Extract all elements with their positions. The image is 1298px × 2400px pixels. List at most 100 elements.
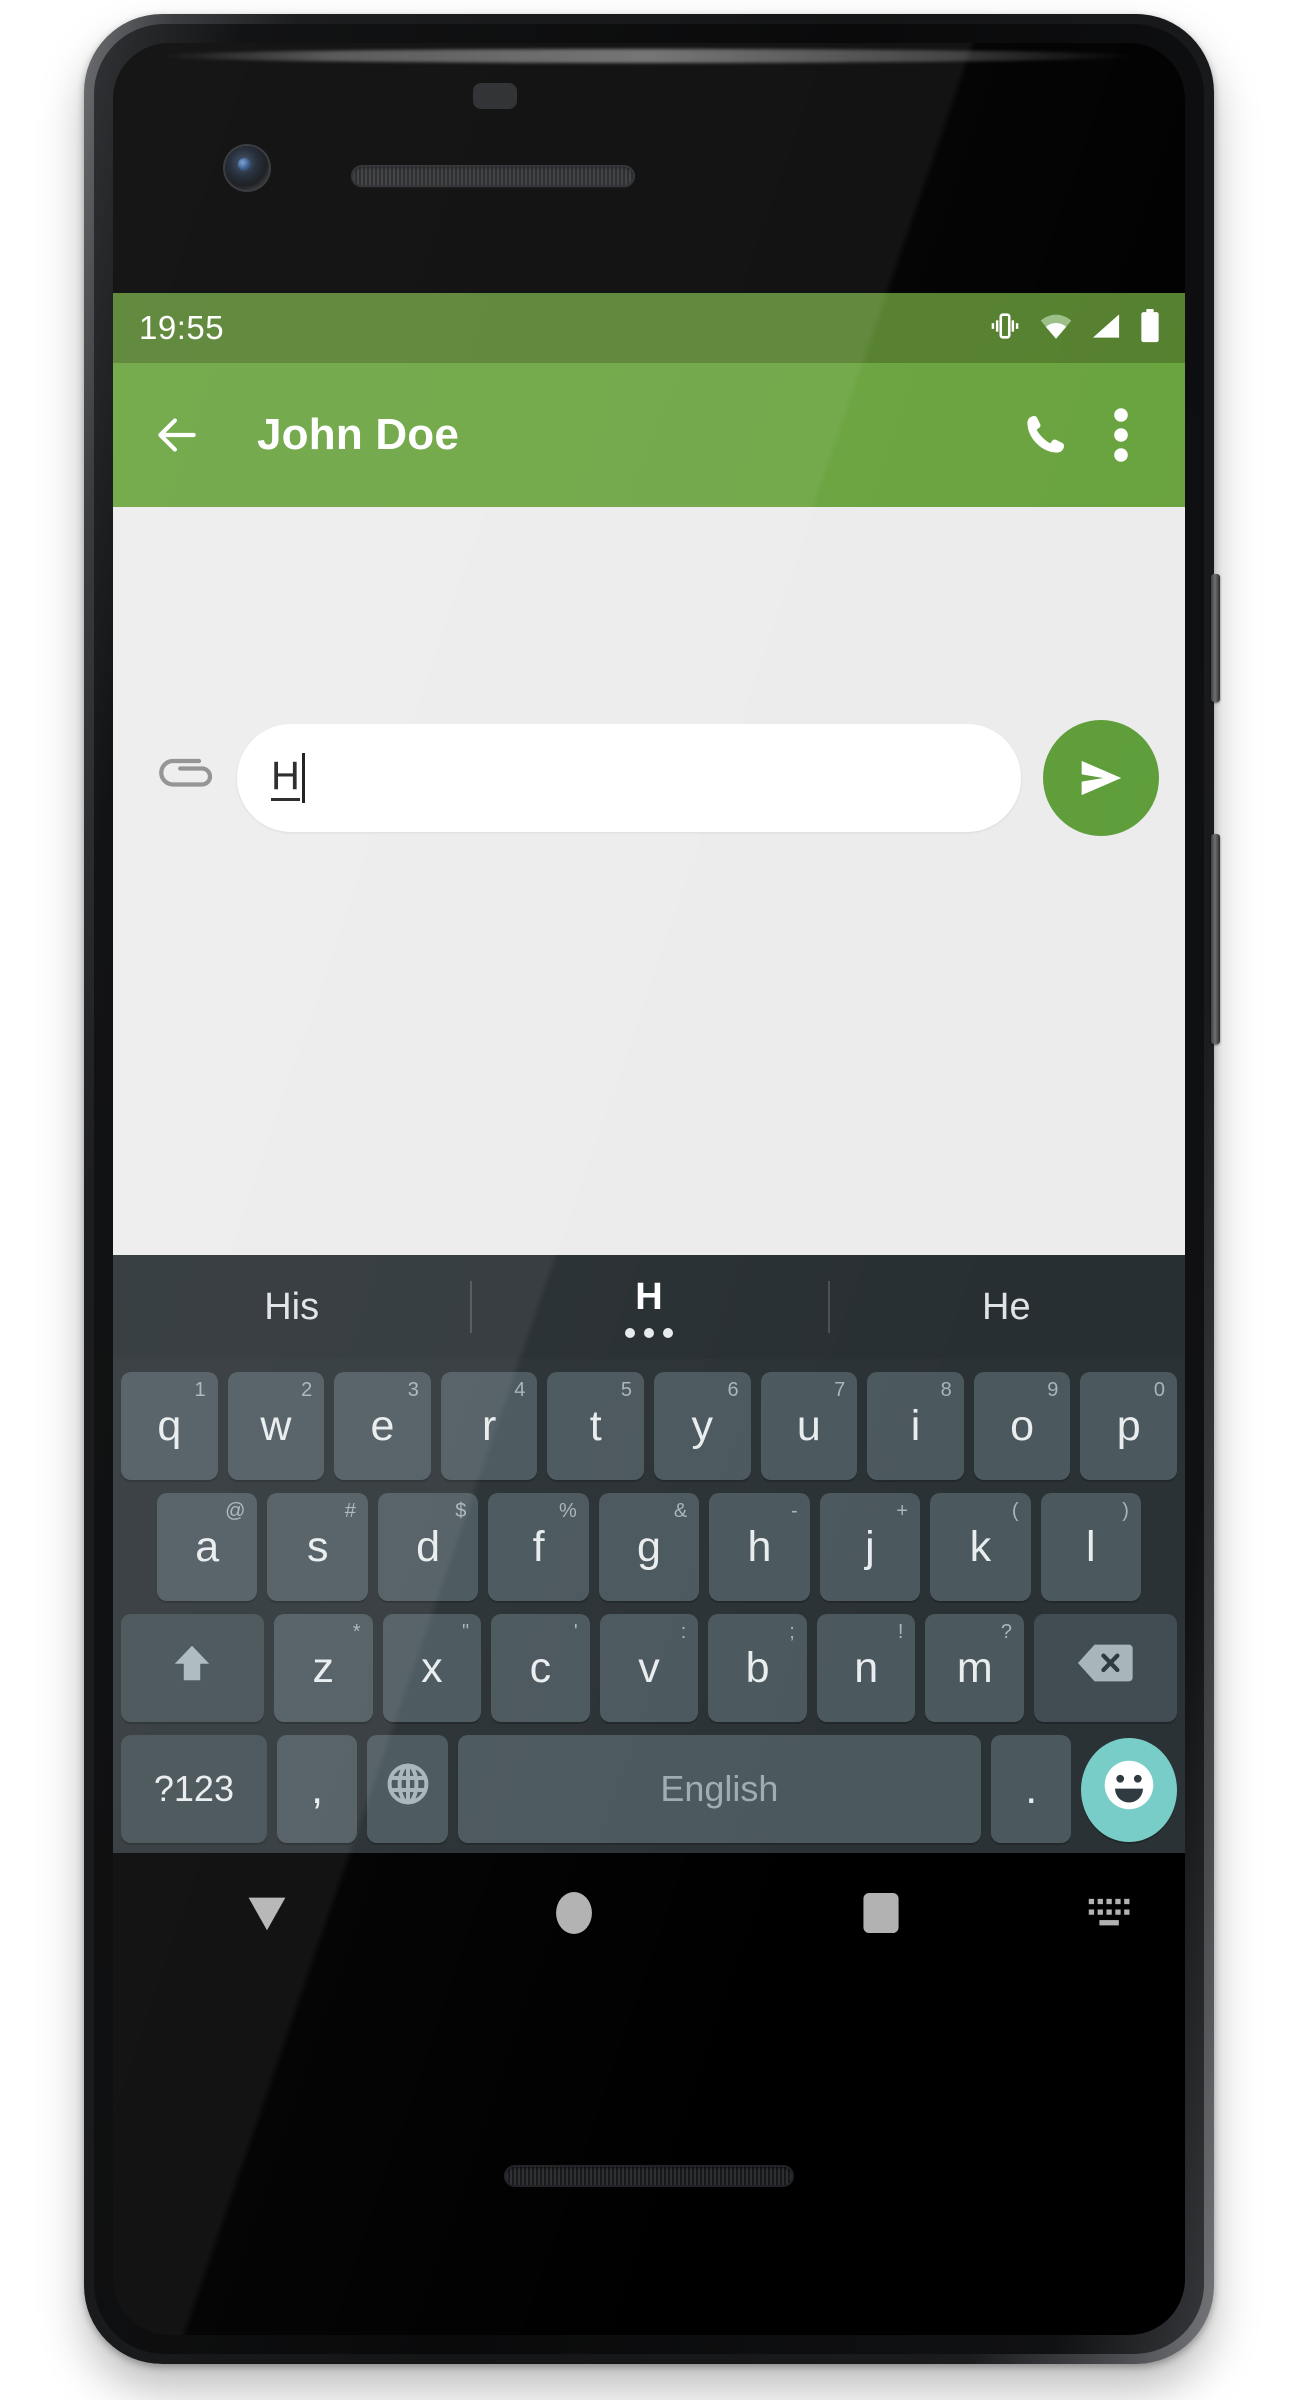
key-s[interactable]: # s [267,1493,368,1601]
key-w[interactable]: 2w [227,1372,325,1480]
key-h[interactable]: -h [709,1493,810,1601]
key-sup: ? [1000,1621,1013,1643]
key-label: English [660,1768,779,1809]
key-f[interactable]: % f [488,1493,589,1601]
key-y[interactable]: 6y [654,1372,751,1480]
key-j[interactable]: + j [819,1493,921,1601]
key-sup: * [352,1621,361,1643]
key-v[interactable]: :v [599,1614,699,1722]
emoji-smiley-icon [1098,1754,1160,1827]
key-p[interactable]: 0p [1080,1372,1177,1480]
compose-bar: H [113,683,1185,873]
key-n[interactable]: ! n [816,1614,916,1722]
key-c[interactable]: ' c [491,1614,590,1722]
screenshot-stage: 19:55 John Doe H His H He 1 q 2 w 3 e 4 … [0,0,1298,2400]
key-sup: 5 [620,1379,632,1401]
recents-square-icon[interactable] [728,1890,1035,1936]
key-sup: ' [573,1621,578,1643]
key-sup: ( [1011,1500,1019,1522]
phone-device-frame: 19:55 John Doe H His H He 1 q 2 w 3 e 4 … [84,14,1220,2364]
suggestion-item[interactable]: His [113,1255,470,1359]
emoji-key[interactable] [1081,1738,1178,1842]
key-m[interactable]: ? m [925,1614,1025,1722]
key-sup: : [680,1621,687,1643]
key-sup: 3 [407,1379,419,1401]
key-label: j [865,1522,875,1571]
key-i[interactable]: 8i [867,1372,964,1480]
key-sup: 9 [1047,1379,1059,1401]
front-camera-icon [225,146,269,190]
keyboard-down-icon[interactable] [113,1893,420,1933]
key-label: f [532,1522,545,1571]
phone-call-icon[interactable] [1007,411,1083,459]
proximity-sensor [473,83,517,109]
vibrate-icon [988,309,1022,348]
key-period[interactable]: . [990,1735,1072,1843]
key-label: w [260,1401,292,1450]
key-r[interactable]: 4r [440,1372,538,1480]
message-input-field[interactable]: H [237,724,1021,832]
home-circle-icon[interactable] [420,1890,727,1936]
key-sup: 8 [940,1379,952,1401]
key-label: h [747,1522,772,1571]
key-t[interactable]: 5t [547,1372,644,1480]
key-o[interactable]: 9o [973,1372,1071,1480]
key-a[interactable]: @ a [157,1493,258,1601]
key-u[interactable]: 7u [760,1372,858,1480]
key-label: z [312,1643,335,1692]
key-k[interactable]: (k [930,1493,1031,1601]
overflow-menu-icon[interactable] [1083,407,1159,463]
key-label: r [481,1401,497,1450]
key-z[interactable]: * z [273,1614,373,1722]
key-label: g [637,1522,661,1571]
key-label: p [1116,1401,1141,1450]
language-switch-key[interactable] [367,1735,448,1843]
paperclip-icon[interactable] [141,748,237,808]
backspace-key[interactable] [1034,1614,1177,1722]
keyboard-switcher-icon[interactable] [1035,1895,1185,1931]
key-comma[interactable]: , [276,1735,358,1843]
key-q[interactable]: 1q [121,1372,218,1480]
suggestion-label: H [635,1276,663,1318]
key-e[interactable]: 3e [334,1372,431,1480]
key-b[interactable]: ; b [708,1614,807,1722]
key-sup: $ [455,1500,467,1522]
send-button[interactable] [1043,720,1159,836]
space-key[interactable]: English [457,1735,981,1843]
more-suggestions-icon[interactable] [624,1328,673,1338]
key-label: l [1085,1522,1096,1571]
key-label: b [745,1643,770,1692]
key-label: d [416,1522,441,1571]
key-sup: 2 [301,1379,313,1401]
key-l[interactable]: ) l [1040,1493,1141,1601]
signal-icon [1090,311,1122,346]
key-label: . [1025,1764,1038,1813]
key-sup: ; [789,1621,795,1643]
suggestion-strip: His H He [113,1255,1185,1359]
app-bar: John Doe [113,363,1185,507]
key-g[interactable]: & g [598,1493,700,1601]
back-arrow-icon[interactable] [139,410,215,460]
phone-glass: 19:55 John Doe H His H He 1 q 2 w 3 e 4 … [113,43,1185,2335]
keyboard-row-1: 1q 2w 3e 4r 5t 6y 7u 8i 9o 0p [113,1372,1185,1480]
suggestion-label: His [264,1285,320,1328]
message-input-text: H [271,755,300,801]
key-label: t [589,1401,602,1450]
status-clock: 19:55 [139,309,225,346]
power-button[interactable] [1211,574,1220,702]
key-sup: & [673,1500,688,1522]
suggestion-item-active[interactable]: H [470,1255,827,1359]
key-label: e [370,1401,395,1450]
suggestion-item[interactable]: He [827,1255,1185,1359]
globe-icon [384,1760,432,1819]
key-label: c [529,1643,552,1692]
key-label: ?123 [153,1768,234,1809]
volume-button[interactable] [1211,834,1220,1044]
earpiece-speaker [351,165,635,187]
symbols-key[interactable]: ?123 [121,1735,267,1843]
key-x[interactable]: " x [382,1614,482,1722]
key-d[interactable]: $ d [377,1493,479,1601]
key-label: y [691,1401,714,1450]
shift-key[interactable] [121,1614,264,1722]
wifi-icon [1039,311,1073,346]
